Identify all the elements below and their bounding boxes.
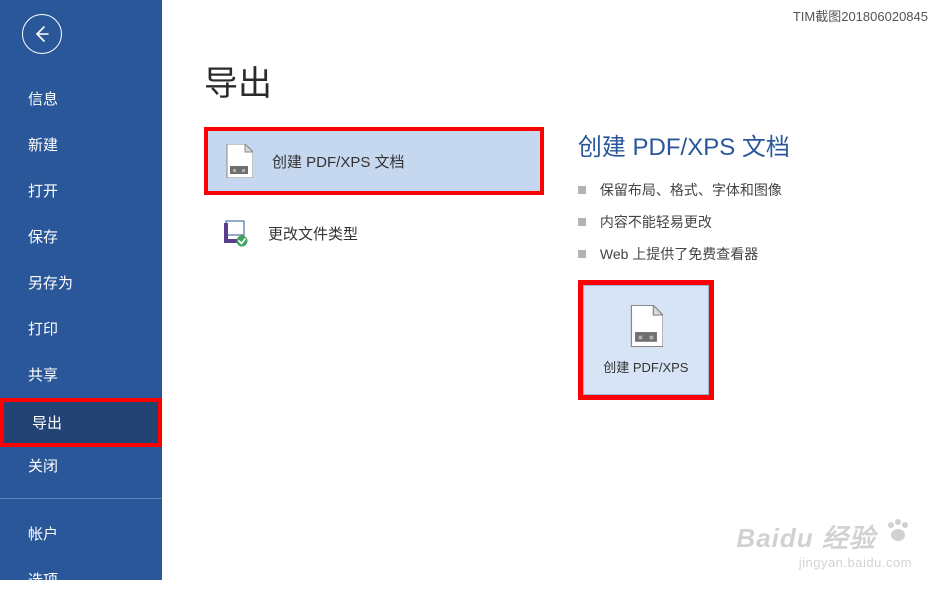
nav-share[interactable]: 共享 — [0, 354, 162, 395]
nav-label: 选项 — [28, 572, 58, 589]
button-label: 创建 PDF/XPS — [603, 357, 688, 376]
option-label: 创建 PDF/XPS 文档 — [272, 151, 405, 172]
bullet-icon — [578, 186, 586, 194]
annotation-highlight: 导出 — [0, 398, 162, 447]
detail-title: 创建 PDF/XPS 文档 — [578, 127, 908, 162]
bullet-text: 保留布局、格式、字体和图像 — [600, 180, 782, 200]
bullet-item: 内容不能轻易更改 — [578, 206, 908, 238]
nav-account[interactable]: 帐户 — [0, 513, 162, 554]
bullet-item: Web 上提供了免费查看器 — [578, 238, 908, 270]
back-button[interactable] — [22, 14, 62, 54]
bullet-icon — [578, 218, 586, 226]
page-pdf-icon — [629, 305, 663, 347]
nav-list: 信息 新建 打开 保存 另存为 打印 共享 导出 关闭 — [0, 78, 162, 486]
nav-label: 共享 — [28, 367, 58, 384]
annotation-highlight: 创建 PDF/XPS — [578, 280, 714, 400]
detail-bullets: 保留布局、格式、字体和图像 内容不能轻易更改 Web 上提供了免费查看器 — [578, 174, 908, 270]
annotation-highlight: 创建 PDF/XPS 文档 — [204, 127, 544, 195]
nav-footer-list: 帐户 选项 — [0, 513, 162, 600]
export-detail-column: 创建 PDF/XPS 文档 保留布局、格式、字体和图像 内容不能轻易更改 Web… — [578, 127, 908, 400]
nav-info[interactable]: 信息 — [0, 78, 162, 119]
arrow-left-icon — [32, 24, 52, 44]
nav-label: 帐户 — [28, 526, 58, 543]
page-change-icon — [218, 213, 252, 253]
page-title: 导出 — [204, 56, 908, 105]
nav-print[interactable]: 打印 — [0, 308, 162, 349]
nav-export[interactable]: 导出 — [4, 402, 158, 443]
backstage-sidebar: 信息 新建 打开 保存 另存为 打印 共享 导出 关闭 帐户 选项 — [0, 0, 162, 580]
nav-label: 另存为 — [28, 275, 73, 292]
option-create-pdf-xps[interactable]: 创建 PDF/XPS 文档 — [208, 131, 540, 191]
nav-label: 关闭 — [28, 458, 58, 475]
nav-label: 打开 — [28, 183, 58, 200]
page-pdf-icon — [222, 141, 256, 181]
nav-label: 打印 — [28, 321, 58, 338]
nav-save[interactable]: 保存 — [0, 216, 162, 257]
nav-close[interactable]: 关闭 — [0, 445, 162, 486]
bullet-item: 保留布局、格式、字体和图像 — [578, 174, 908, 206]
window-title: TIM截图201806020845 — [793, 4, 928, 27]
nav-open[interactable]: 打开 — [0, 170, 162, 211]
nav-separator — [0, 498, 162, 499]
bullet-icon — [578, 250, 586, 258]
option-label: 更改文件类型 — [268, 223, 358, 244]
nav-save-as[interactable]: 另存为 — [0, 262, 162, 303]
main-panel: 导出 创建 PDF/XPS 文档 — [162, 0, 928, 580]
nav-label: 保存 — [28, 229, 58, 246]
create-pdf-xps-button[interactable]: 创建 PDF/XPS — [583, 285, 709, 395]
nav-label: 新建 — [28, 137, 58, 154]
nav-label: 导出 — [32, 415, 62, 432]
nav-label: 信息 — [28, 91, 58, 108]
bullet-text: Web 上提供了免费查看器 — [600, 244, 758, 264]
option-change-file-type[interactable]: 更改文件类型 — [204, 201, 544, 265]
bullet-text: 内容不能轻易更改 — [600, 212, 712, 232]
nav-new[interactable]: 新建 — [0, 124, 162, 165]
export-options-column: 创建 PDF/XPS 文档 更改文件类型 — [204, 127, 544, 265]
